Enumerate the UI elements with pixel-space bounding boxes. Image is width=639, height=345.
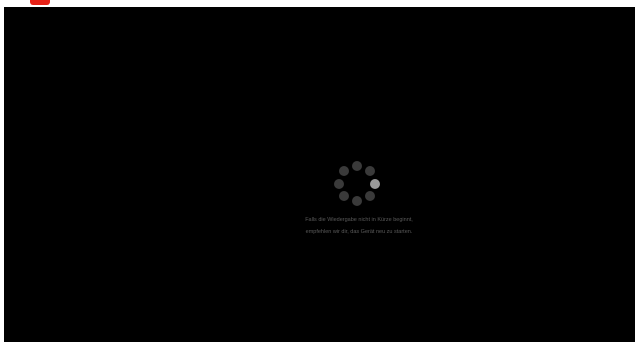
spinner-dot: [352, 161, 362, 171]
top-bar: [0, 0, 639, 7]
spinner-dot: [339, 166, 349, 176]
spinner-dot: [365, 166, 375, 176]
playback-message-line1: Falls die Wiedergabe nicht in Kürze begi…: [305, 217, 413, 223]
spinner-dot: [339, 191, 349, 201]
spinner-dot: [352, 196, 362, 206]
playback-message: Falls die Wiedergabe nicht in Kürze begi…: [264, 214, 454, 238]
loading-spinner-icon: [334, 161, 380, 207]
spinner-dot: [334, 179, 344, 189]
playback-message-line2: empfehlen wir dir, das Gerät neu zu star…: [305, 229, 413, 235]
spinner-dot: [365, 191, 375, 201]
video-player[interactable]: Falls die Wiedergabe nicht in Kürze begi…: [4, 7, 635, 342]
spinner-dot: [370, 179, 380, 189]
youtube-logo-icon[interactable]: [30, 0, 50, 5]
